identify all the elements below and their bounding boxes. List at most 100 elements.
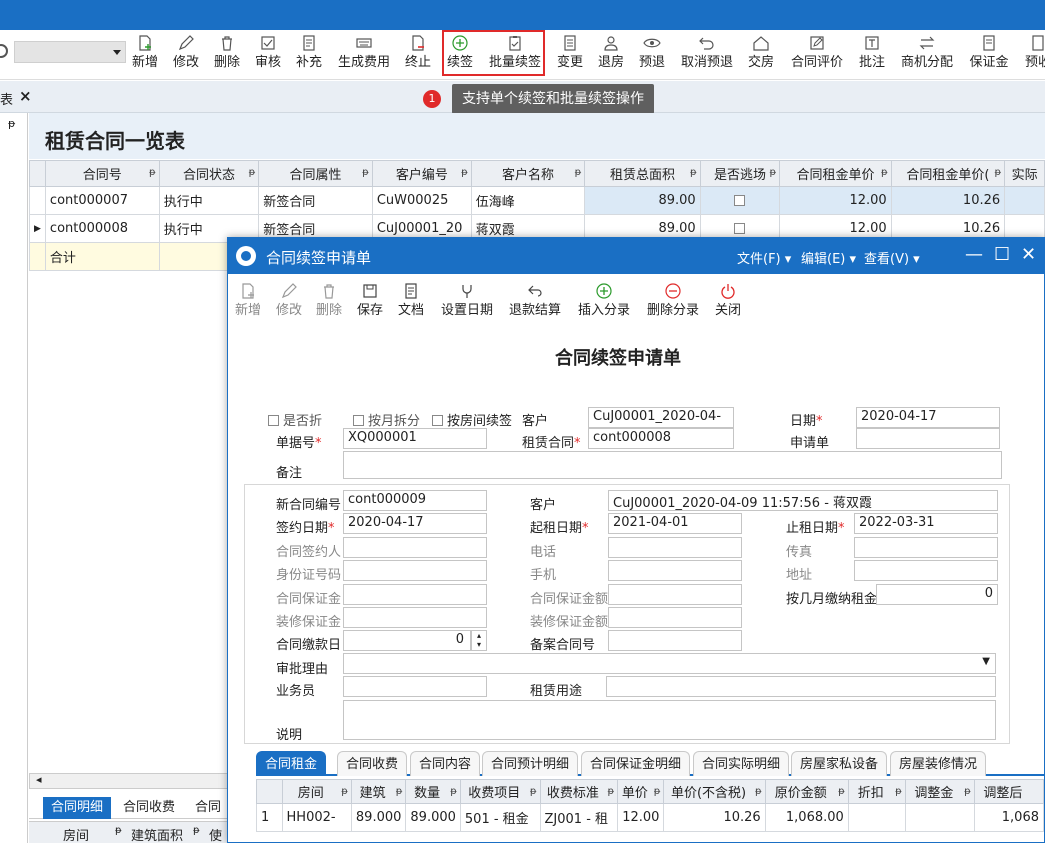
record-no-field[interactable] [608, 630, 742, 651]
menu-file[interactable]: 文件(F) ▾ [737, 248, 791, 267]
tab-contract-deposit[interactable]: 合同保证金明细 [581, 751, 691, 776]
dlg-add-button[interactable]: 新增 [233, 280, 263, 320]
tab-contract-actual[interactable]: 合同实际明细 [693, 751, 790, 776]
change-button[interactable]: 变更 [554, 32, 586, 76]
end-date-field[interactable]: 2022-03-31 [854, 513, 998, 534]
col-unit-price[interactable]: 合同租金单价 ᵽ [779, 160, 892, 187]
renew-by-room-checkbox[interactable]: 按房间续签 [432, 410, 512, 429]
col-adjust[interactable]: 调整金 ᵽ [904, 779, 975, 804]
minimize-icon[interactable]: — [965, 244, 983, 265]
pin-icon[interactable]: ᵽ [770, 167, 777, 178]
col-customer-name[interactable]: 客户名称 ᵽ [470, 160, 586, 187]
tab-contract-other[interactable]: 合同 [187, 797, 229, 819]
supplement-button[interactable]: 补充 [293, 32, 325, 76]
table-row[interactable]: 1 HH002- 89.000 89.000 501 - 租金 ZJ001 - … [256, 803, 1045, 832]
customer-field[interactable]: CuJ00001_2020-04- [588, 407, 734, 428]
add-button[interactable]: 新增 [129, 32, 161, 76]
apply-field[interactable] [856, 428, 1000, 449]
col-room[interactable]: 房间 [63, 825, 89, 843]
tab-contract-content[interactable]: 合同内容 [410, 751, 481, 776]
tab-contract-fee[interactable]: 合同收费 [337, 751, 408, 776]
start-date-field[interactable]: 2021-04-01 [608, 513, 742, 534]
col-customer-no[interactable]: 客户编号 ᵽ [371, 160, 472, 187]
lease-contract-field[interactable]: cont000008 [588, 428, 734, 449]
months-rent-field[interactable]: 0 [876, 584, 998, 605]
pin-icon[interactable]: ᵽ [396, 786, 403, 797]
audit-button[interactable]: 审核 [252, 32, 284, 76]
col-fee-item[interactable]: 收费项目 ᵽ [459, 779, 541, 804]
col-building-area[interactable]: 建筑面积 [131, 825, 183, 843]
horizontal-scrollbar[interactable] [29, 773, 229, 789]
col-price[interactable]: 单价 ᵽ [617, 779, 665, 804]
id-field[interactable] [343, 560, 487, 581]
delete-button[interactable]: 删除 [211, 32, 243, 76]
approve-reason-select[interactable]: ▼ [343, 653, 996, 674]
pin-icon[interactable]: ᵽ [608, 786, 615, 797]
edit-button[interactable]: 修改 [170, 32, 202, 76]
close-icon[interactable]: ✕ [1021, 244, 1036, 265]
col-orig-amount[interactable]: 原价金额 ᵽ [764, 779, 849, 804]
col-use[interactable]: 使 [209, 825, 222, 843]
cancel-pre-checkout-button[interactable]: 取消预退 [679, 32, 735, 76]
col-adjusted[interactable]: 调整后 [973, 779, 1045, 804]
dlg-delete-entry-button[interactable]: 删除分录 [645, 280, 701, 320]
fax-field[interactable] [854, 537, 998, 558]
checkout-button[interactable]: 退房 [595, 32, 627, 76]
new-contract-no-field[interactable]: cont000009 [343, 490, 487, 511]
col-fee-standard[interactable]: 收费标准 ᵽ [539, 779, 619, 804]
tab-contract-forecast[interactable]: 合同预计明细 [482, 751, 579, 776]
remark-field[interactable] [343, 451, 1002, 479]
annotate-button[interactable]: 批注 [856, 32, 888, 76]
col-quantity[interactable]: 数量 ᵽ [405, 779, 461, 804]
pin-icon[interactable]: ᵽ [838, 786, 845, 797]
col-contract-no[interactable]: 合同号 ᵽ [44, 160, 160, 187]
pin-icon[interactable]: ᵽ [450, 786, 457, 797]
col-actual[interactable]: 实际 [1004, 160, 1045, 187]
close-icon[interactable]: × [19, 87, 32, 105]
pin-icon[interactable]: ᵽ [530, 786, 537, 797]
search-icon[interactable] [0, 44, 8, 58]
col-unit-price-ex[interactable]: 合同租金单价(ᵽ [890, 160, 1006, 187]
signer-field[interactable] [343, 537, 487, 558]
doc-no-field[interactable]: XQ000001 [343, 428, 487, 449]
dlg-delete-button[interactable]: 删除 [314, 280, 344, 320]
pin-icon[interactable]: ᵽ [115, 825, 122, 836]
section-customer-field[interactable]: CuJ00001_2020-04-09 11:57:56 - 蒋双霞 [608, 490, 998, 511]
address-field[interactable] [854, 560, 998, 581]
deco-deposit-amount-field[interactable] [608, 607, 742, 628]
date-field[interactable]: 2020-04-17 [856, 407, 1000, 428]
tab-contract-fee[interactable]: 合同收费 [115, 797, 183, 819]
deposit-field[interactable] [343, 584, 487, 605]
dlg-close-button[interactable]: 关闭 [713, 280, 743, 320]
escape-checkbox[interactable] [734, 195, 746, 206]
opportunity-assign-button[interactable]: 商机分配 [898, 32, 956, 76]
discount-checkbox[interactable]: 是否折 [268, 410, 322, 429]
pin-icon[interactable]: ᵽ [654, 786, 661, 797]
col-room[interactable]: 房间 ᵽ [281, 779, 352, 804]
pin-icon[interactable]: ᵽ [249, 167, 256, 178]
pin-icon[interactable]: ᵽ [994, 167, 1001, 178]
menu-view[interactable]: 查看(V) ▾ [864, 248, 920, 267]
tab-fragment[interactable]: 表 [0, 89, 13, 108]
contract-review-button[interactable]: 合同评价 [788, 32, 846, 76]
tab-decoration[interactable]: 房屋装修情况 [890, 751, 987, 776]
table-row[interactable]: cont000007 执行中 新签合同 CuW00025 伍海峰 89.00 1… [29, 186, 1045, 215]
pin-icon[interactable]: ᵽ [690, 167, 697, 178]
query-combo[interactable] [14, 41, 126, 63]
escape-checkbox[interactable] [734, 223, 746, 234]
pay-day-spinner[interactable]: ▴ ▾ [471, 630, 487, 651]
pin-icon[interactable]: ᵽ [149, 167, 156, 178]
col-status[interactable]: 合同状态 ᵽ [158, 160, 260, 187]
pin-icon[interactable]: ᵽ [461, 167, 468, 178]
pin-icon[interactable]: ᵽ [8, 117, 15, 130]
tab-contract-detail[interactable]: 合同明细 [43, 797, 112, 819]
split-monthly-checkbox[interactable]: 按月拆分 [353, 410, 420, 429]
prepay-button[interactable]: 预收 [1022, 32, 1045, 76]
handover-button[interactable]: 交房 [745, 32, 777, 76]
dlg-edit-button[interactable]: 修改 [274, 280, 304, 320]
tab-contract-rent[interactable]: 合同租金 [256, 751, 327, 776]
col-attribute[interactable]: 合同属性 ᵽ [258, 160, 373, 187]
maximize-icon[interactable]: ☐ [994, 244, 1010, 265]
note-field[interactable] [343, 700, 996, 740]
pin-icon[interactable]: ᵽ [895, 786, 902, 797]
